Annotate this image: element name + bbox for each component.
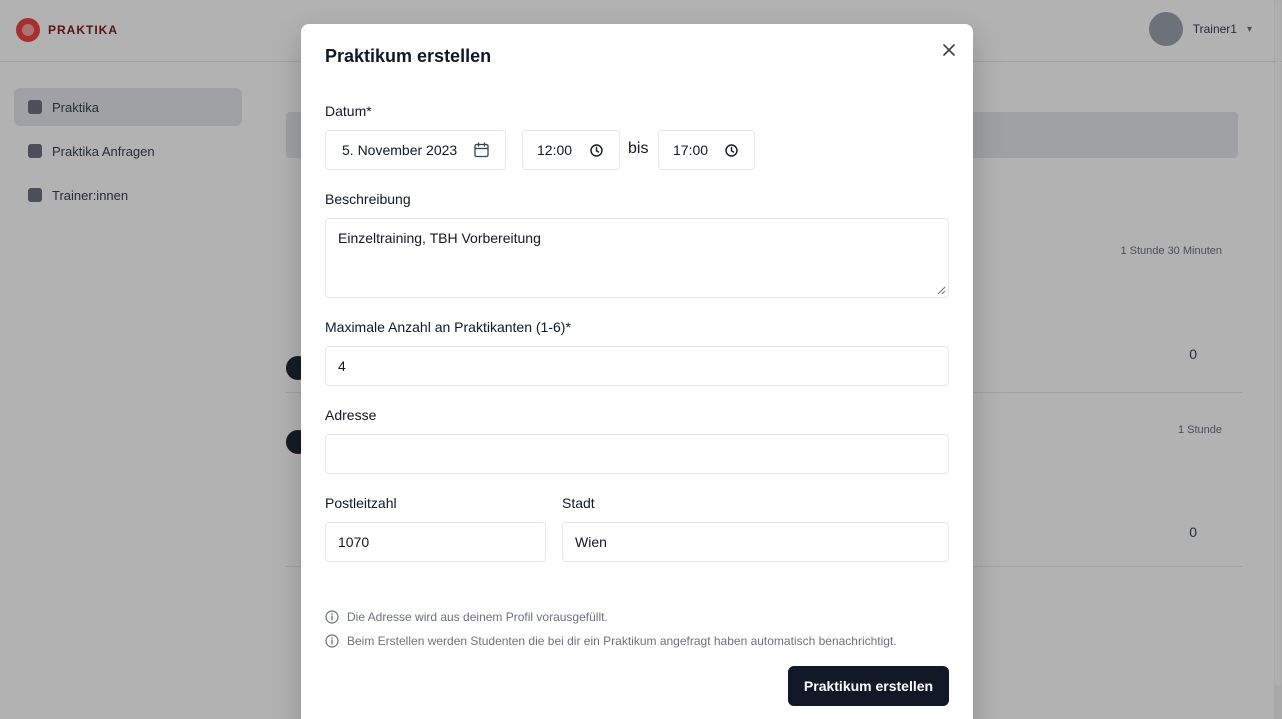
close-icon bbox=[943, 44, 955, 56]
scrollbar-thumb[interactable] bbox=[1275, 0, 1281, 686]
info-note: Die Adresse wird aus deinem Profil vorau… bbox=[325, 610, 608, 624]
create-praktikum-button[interactable]: Praktikum erstellen bbox=[788, 666, 949, 706]
info-text: Beim Erstellen werden Studenten die bei … bbox=[347, 634, 897, 648]
address-label: Adresse bbox=[325, 407, 377, 423]
dialog-title: Praktikum erstellen bbox=[325, 46, 492, 66]
scrollbar[interactable] bbox=[1274, 0, 1282, 719]
max-participants-input[interactable]: 4 bbox=[325, 346, 949, 386]
resize-handle-icon[interactable] bbox=[936, 285, 946, 295]
address-input[interactable] bbox=[325, 434, 949, 474]
clock-icon bbox=[725, 144, 738, 157]
date-picker[interactable]: 5. November 2023 bbox=[325, 130, 506, 170]
city-input[interactable]: Wien bbox=[562, 522, 949, 562]
zip-value: 1070 bbox=[338, 534, 370, 550]
zip-label: Postleitzahl bbox=[325, 495, 397, 511]
time-start-value: 12:00 bbox=[537, 142, 573, 158]
info-note: Beim Erstellen werden Studenten die bei … bbox=[325, 634, 897, 648]
time-start-input[interactable]: 12:00 bbox=[522, 130, 620, 170]
max-participants-label: Maximale Anzahl an Praktikanten (1-6)* bbox=[325, 319, 571, 335]
info-icon bbox=[325, 634, 339, 648]
description-label: Beschreibung bbox=[325, 191, 411, 207]
time-separator: bis bbox=[628, 140, 649, 157]
create-praktikum-dialog: Praktikum erstellen Datum* 5. November 2… bbox=[301, 24, 973, 719]
clock-icon bbox=[590, 144, 603, 157]
max-participants-value: 4 bbox=[338, 358, 346, 374]
info-text: Die Adresse wird aus deinem Profil vorau… bbox=[347, 610, 608, 624]
time-end-value: 17:00 bbox=[673, 142, 709, 158]
time-end-input[interactable]: 17:00 bbox=[658, 130, 755, 170]
city-label: Stadt bbox=[562, 495, 595, 511]
date-value: 5. November 2023 bbox=[342, 142, 458, 158]
zip-input[interactable]: 1070 bbox=[325, 522, 546, 562]
description-textarea[interactable]: Einzeltraining, TBH Vorbereitung bbox=[325, 218, 949, 298]
date-label: Datum* bbox=[325, 103, 372, 119]
description-value: Einzeltraining, TBH Vorbereitung bbox=[338, 230, 541, 246]
close-button[interactable] bbox=[939, 40, 959, 60]
calendar-icon bbox=[474, 142, 489, 158]
info-icon bbox=[325, 610, 339, 624]
city-value: Wien bbox=[575, 534, 607, 550]
